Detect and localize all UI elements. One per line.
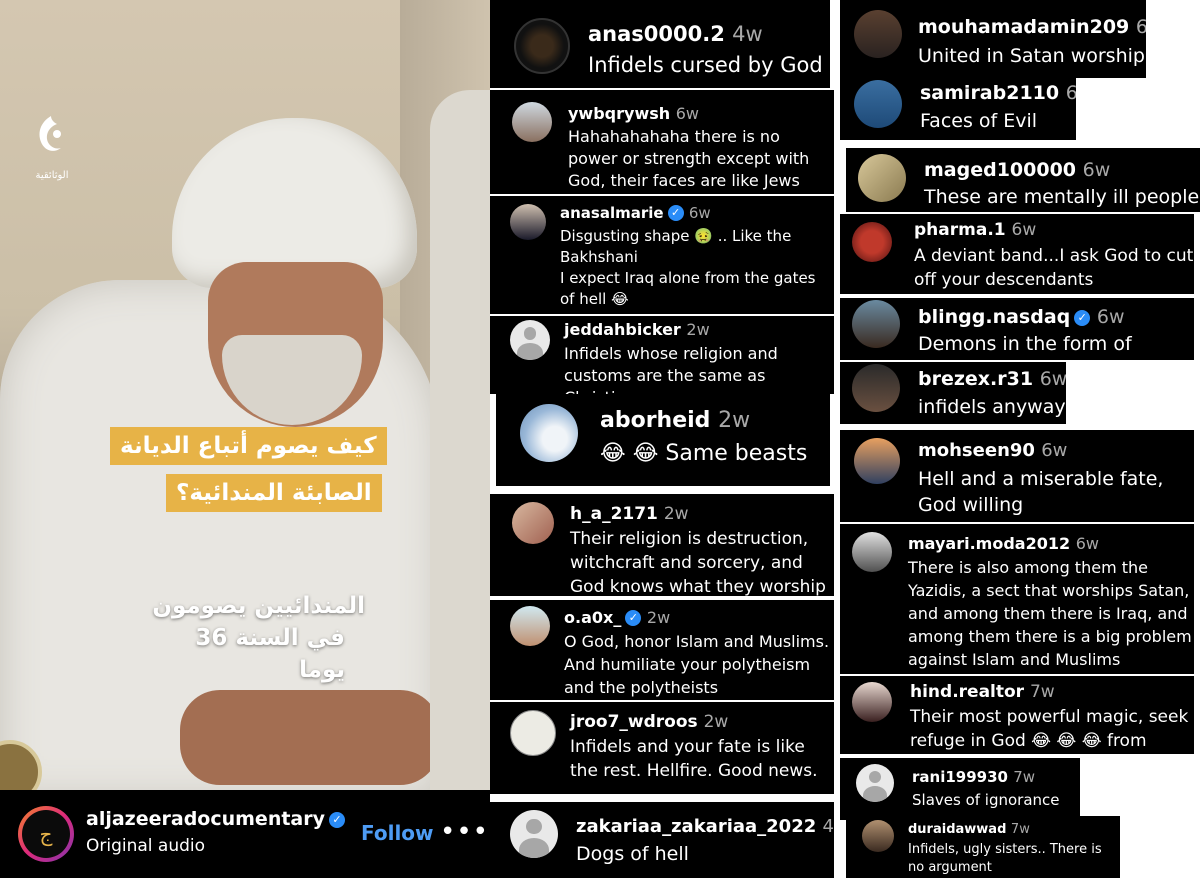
more-options-icon[interactable]: ••• xyxy=(440,817,489,847)
comment-card: jroo7_wdroos 2w Infidels and your fate i… xyxy=(490,702,834,794)
comment-text: These are mentally ill people xyxy=(924,186,1200,208)
user-avatar[interactable] xyxy=(520,404,578,462)
original-audio-label[interactable]: Original audio xyxy=(86,836,205,856)
comment-card: maged100000 6w These are mentally ill pe… xyxy=(846,148,1200,212)
logo-text: الوثائقية xyxy=(35,170,69,181)
video-frame[interactable]: الوثائقية كيف يصوم أتباع الديانة الصابئة… xyxy=(0,0,490,878)
comment-text: Hahahahahaha there is no power or streng… xyxy=(568,127,810,190)
comment-card: o.a0x_ ✓ 2w O God, honor Islam and Muslim… xyxy=(490,600,834,700)
comment-card: anasalmarie ✓ 6w Disgusting shape 🤢 .. Li… xyxy=(490,196,834,314)
comment-card: anas0000.2 4w Infidels cursed by God xyxy=(490,0,830,88)
comment-card: aborheid 2w 😂 😂 Same beasts xyxy=(496,394,830,486)
comment-card: brezex.r31 6w infidels anyway xyxy=(840,362,1066,424)
comment-text: 😂 😂 Same beasts xyxy=(600,441,808,466)
comment-card: blingg.nasdaq ✓ 6w Demons in the form of … xyxy=(840,298,1194,360)
comment-card: rani199930 7w Slaves of ignorance xyxy=(840,758,1080,820)
comment-username[interactable]: brezex.r31 6w xyxy=(918,368,1066,390)
comment-text: Slaves of ignorance xyxy=(912,791,1060,809)
verified-badge-icon: ✓ xyxy=(1074,310,1091,326)
video-subtitle-line1: المندائيين يصومون xyxy=(152,593,365,619)
comment-card: samirab2110 6w Faces of Evil xyxy=(840,78,1076,140)
comment-username[interactable]: aborheid 2w xyxy=(600,408,750,433)
comment-text: Dogs of hell xyxy=(576,843,689,865)
comment-username[interactable]: hind.realtor 7w xyxy=(910,682,1055,702)
verified-badge-icon: ✓ xyxy=(625,610,642,626)
comment-username[interactable]: duraidawwad 7w xyxy=(908,822,1030,837)
user-avatar[interactable] xyxy=(852,682,892,722)
comment-username[interactable]: mouhamadamin209 6w xyxy=(918,16,1146,38)
user-avatar[interactable] xyxy=(510,810,558,858)
comment-text: O God, honor Islam and Muslims. And humi… xyxy=(564,632,830,697)
comment-username[interactable]: jroo7_wdroos 2w xyxy=(570,712,728,732)
comment-text: Demons in the form of angels xyxy=(918,333,1132,360)
second-person-image xyxy=(430,90,490,790)
verified-badge-icon: ✓ xyxy=(667,205,684,221)
video-headline-line2: الصابئة المندائية؟ xyxy=(166,474,382,512)
comment-username[interactable]: o.a0x_ ✓ 2w xyxy=(564,608,670,627)
user-avatar[interactable] xyxy=(510,320,550,360)
user-avatar[interactable] xyxy=(510,606,550,646)
comment-username[interactable]: pharma.1 6w xyxy=(914,220,1036,240)
user-avatar[interactable] xyxy=(854,10,902,58)
comment-text: Their religion is destruction, witchcraf… xyxy=(570,529,826,596)
comment-username[interactable]: blingg.nasdaq ✓ 6w xyxy=(918,306,1125,328)
comment-card: mohseen90 6w Hell and a miserable fate, … xyxy=(840,430,1194,522)
comment-username[interactable]: h_a_2171 2w xyxy=(570,504,689,524)
user-avatar[interactable] xyxy=(854,438,900,484)
user-avatar[interactable] xyxy=(852,300,900,348)
comment-card: zakariaa_zakariaa_2022 4w Dogs of hell xyxy=(490,802,834,878)
man-hands-image xyxy=(180,690,440,785)
verified-badge-icon: ✓ xyxy=(329,812,346,828)
comment-card: ywbqrywsh 6w Hahahahahaha there is no po… xyxy=(490,90,834,194)
comment-card: duraidawwad 7w Infidels, ugly sisters.. … xyxy=(846,816,1120,878)
comment-username[interactable]: anas0000.2 4w xyxy=(588,22,763,46)
user-avatar[interactable] xyxy=(862,820,894,852)
comment-card: h_a_2171 2w Their religion is destructio… xyxy=(490,494,834,596)
comment-text: Infidels whose religion and customs are … xyxy=(564,344,778,394)
user-avatar[interactable] xyxy=(852,532,892,572)
user-avatar[interactable] xyxy=(852,364,900,412)
user-avatar[interactable] xyxy=(856,764,894,802)
comment-card: pharma.1 6w A deviant band...I ask God t… xyxy=(840,214,1194,294)
user-avatar[interactable] xyxy=(512,102,552,142)
comment-username[interactable]: mayari.moda2012 6w xyxy=(908,534,1099,553)
comment-username[interactable]: rani199930 7w xyxy=(912,768,1035,786)
comment-text: Faces of Evil xyxy=(920,110,1038,132)
comment-username[interactable]: maged100000 6w xyxy=(924,159,1110,181)
comment-text: A deviant band...I ask God to cut off yo… xyxy=(914,246,1194,290)
user-avatar[interactable] xyxy=(514,18,570,74)
comment-username[interactable]: zakariaa_zakariaa_2022 4w xyxy=(576,816,834,837)
comment-text: Infidels, ugly sisters.. There is no arg… xyxy=(908,842,1102,875)
video-subtitle-line2: في السنة 36 يوما xyxy=(195,625,345,683)
comment-card: jeddahbicker 2w Infidels whose religion … xyxy=(490,316,834,394)
comment-username[interactable]: anasalmarie ✓ 6w xyxy=(560,204,711,222)
video-headline-line1: كيف يصوم أتباع الديانة xyxy=(110,427,387,465)
comment-text: Infidels and your fate is like the rest.… xyxy=(570,737,818,781)
user-avatar[interactable] xyxy=(510,204,546,240)
user-avatar[interactable] xyxy=(852,222,892,262)
comment-username[interactable]: mohseen90 6w xyxy=(918,440,1067,461)
comment-text: There is also among them the Yazidis, a … xyxy=(908,558,1192,669)
comment-text: Infidels cursed by God xyxy=(588,53,823,77)
comment-card: hind.realtor 7w Their most powerful magi… xyxy=(840,676,1194,754)
comment-text: Their most powerful magic, seek refuge i… xyxy=(910,707,1189,751)
account-username-text: aljazeeradocumentary xyxy=(86,808,326,830)
account-avatar[interactable]: ج xyxy=(18,806,74,862)
comment-text: infidels anyway xyxy=(918,396,1066,418)
aljazeera-logo-icon xyxy=(39,116,61,151)
follow-button[interactable]: Follow xyxy=(361,821,434,845)
comment-text: Hell and a miserable fate, God willing xyxy=(918,468,1164,516)
comment-text: Disgusting shape 🤢 .. Like the Bakhshani… xyxy=(560,227,816,308)
comment-username[interactable]: ywbqrywsh 6w xyxy=(568,104,699,123)
comment-text: United in Satan worship xyxy=(918,45,1145,67)
user-avatar[interactable] xyxy=(854,80,902,128)
user-avatar[interactable] xyxy=(510,710,556,756)
user-avatar[interactable] xyxy=(858,154,906,202)
comment-username[interactable]: jeddahbicker 2w xyxy=(564,320,710,339)
user-avatar[interactable] xyxy=(512,502,554,544)
comment-username[interactable]: samirab2110 6w xyxy=(920,82,1076,104)
account-username[interactable]: aljazeeradocumentary ✓ xyxy=(86,808,346,830)
comment-card: mayari.moda2012 6w There is also among t… xyxy=(840,524,1194,674)
comment-card: mouhamadamin209 6w United in Satan worsh… xyxy=(840,0,1146,78)
